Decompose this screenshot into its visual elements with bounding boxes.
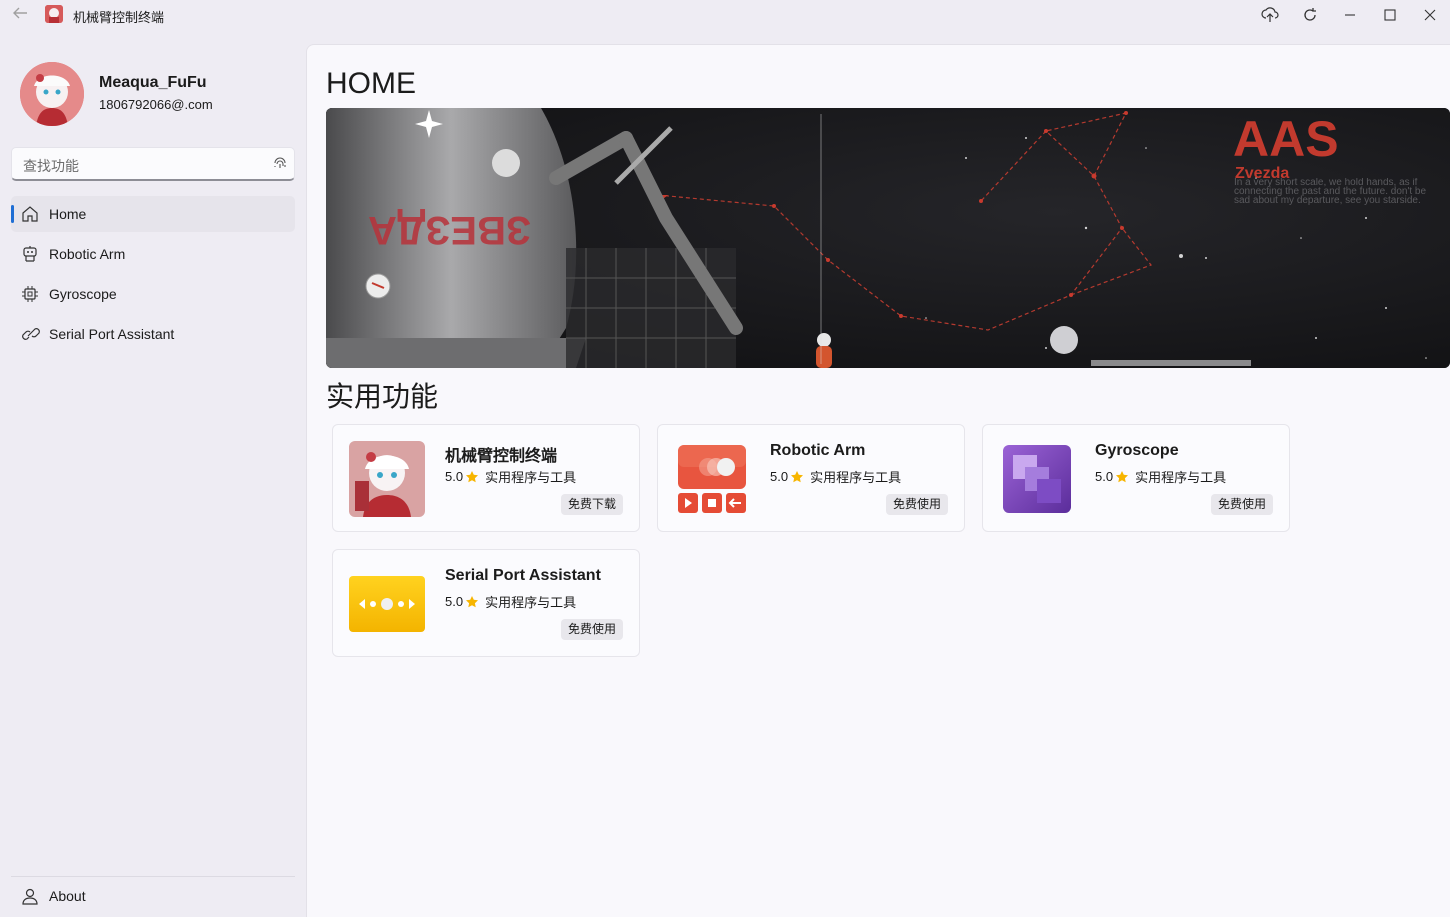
app-card-gyroscope[interactable]: Gyroscope 5.0 实用程序与工具 免费使用	[982, 424, 1290, 532]
card-title: Gyroscope	[1095, 442, 1179, 459]
card-rating: 5.0 实用程序与工具	[445, 467, 576, 486]
use-button[interactable]: 免费使用	[1210, 494, 1273, 515]
link-icon	[21, 325, 40, 343]
card-title: 机械臂控制终端	[445, 448, 558, 465]
rating-value: 5.0	[445, 469, 464, 484]
app-card-control-terminal[interactable]: 机械臂控制终端 5.0 实用程序与工具 免费下载	[332, 424, 640, 532]
sidebar-item-label: Serial Port Assistant	[49, 326, 175, 342]
search-box[interactable]: 查找功能	[11, 147, 295, 181]
back-arrow-icon[interactable]	[8, 4, 32, 26]
star-icon	[790, 470, 804, 484]
search-input[interactable]: 查找功能	[23, 156, 253, 176]
card-category: 实用程序与工具	[485, 470, 577, 485]
banner-tagline: In a very short scale, we hold hands, as…	[1234, 178, 1427, 206]
banner-module-text: ЗВЕЗДА	[368, 208, 531, 252]
star-icon	[465, 470, 479, 484]
sidebar-item-serial-port[interactable]: Serial Port Assistant	[11, 316, 295, 352]
home-icon	[21, 205, 39, 223]
maximize-icon[interactable]	[1370, 0, 1410, 30]
rating-value: 5.0	[445, 594, 464, 609]
card-title: Robotic Arm	[770, 442, 866, 459]
person-icon	[21, 887, 39, 905]
star-icon	[1115, 470, 1129, 484]
hero-banner: ЗВЕЗДА AAS Zvezda In a very short scale,…	[326, 108, 1450, 368]
card-rating: 5.0 实用程序与工具	[445, 592, 576, 611]
media-player-icon	[674, 441, 750, 517]
main-content: HOME ЗВЕЗДА AAS Zvezda In a very short s…	[306, 44, 1450, 917]
robot-icon	[21, 245, 39, 263]
refresh-icon[interactable]	[1290, 0, 1330, 30]
sidebar-item-label: Robotic Arm	[49, 246, 126, 262]
card-rating: 5.0 实用程序与工具	[770, 467, 901, 486]
fingerprint-icon[interactable]	[272, 156, 288, 172]
app-card-robotic-arm[interactable]: Robotic Arm 5.0 实用程序与工具 免费使用	[657, 424, 965, 532]
sidebar-item-about[interactable]: About	[11, 878, 295, 914]
use-button[interactable]: 免费使用	[560, 619, 623, 640]
sidebar-item-robotic-arm[interactable]: Robotic Arm	[11, 236, 295, 272]
avatar-app-icon	[349, 441, 425, 517]
minimize-icon[interactable]	[1330, 0, 1370, 30]
card-rating: 5.0 实用程序与工具	[1095, 467, 1226, 486]
card-category: 实用程序与工具	[810, 470, 902, 485]
user-name: Meaqua_FuFu	[99, 74, 207, 91]
banner-brand: AAS	[1233, 111, 1339, 167]
rating-value: 5.0	[1095, 469, 1114, 484]
avatar[interactable]	[20, 62, 84, 126]
sidebar-item-label: About	[49, 888, 86, 904]
close-icon[interactable]	[1410, 0, 1450, 30]
title-bar: 机械臂控制终端	[0, 0, 1450, 30]
section-title: 实用功能	[326, 381, 439, 412]
card-category: 实用程序与工具	[485, 595, 577, 610]
sidebar-divider	[11, 876, 295, 877]
upload-icon[interactable]	[1250, 0, 1290, 30]
chip-icon	[21, 285, 39, 303]
app-card-serial-port[interactable]: Serial Port Assistant 5.0 实用程序与工具 免费使用	[332, 549, 640, 657]
window-title: 机械臂控制终端	[73, 10, 165, 25]
page-title: HOME	[326, 67, 416, 100]
sidebar-item-home[interactable]: Home	[11, 196, 295, 232]
card-title: Serial Port Assistant	[445, 567, 601, 584]
sidebar-item-gyroscope[interactable]: Gyroscope	[11, 276, 295, 312]
dots-arrows-icon	[349, 566, 425, 642]
use-button[interactable]: 免费使用	[885, 494, 948, 515]
sidebar-item-label: Home	[49, 206, 87, 222]
selection-indicator	[11, 205, 14, 223]
sidebar-item-label: Gyroscope	[49, 286, 117, 302]
user-email: 1806792066@.com	[99, 97, 213, 112]
card-category: 实用程序与工具	[1135, 470, 1227, 485]
star-icon	[465, 595, 479, 609]
rating-value: 5.0	[770, 469, 789, 484]
sidebar: Meaqua_FuFu 1806792066@.com 查找功能 Home Ro…	[0, 30, 306, 917]
layers-icon	[999, 441, 1075, 517]
app-logo-icon	[45, 5, 63, 23]
download-button[interactable]: 免费下载	[560, 494, 623, 515]
